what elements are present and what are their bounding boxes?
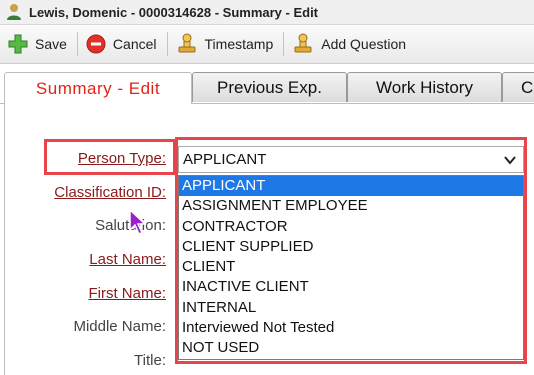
middle-name-label: Middle Name:: [73, 318, 166, 335]
window-title: Lewis, Domenic - 0000314628 - Summary - …: [29, 4, 319, 20]
tab-work-history[interactable]: Work History: [347, 72, 502, 102]
classification-id-label[interactable]: Classification ID:: [54, 184, 166, 201]
annotation-highlight-dropdown: [175, 137, 527, 364]
timestamp-button[interactable]: Timestamp: [168, 29, 284, 59]
cancel-button[interactable]: Cancel: [78, 29, 167, 59]
plus-icon: [8, 34, 28, 54]
stamp-icon: [294, 33, 312, 53]
person-icon: [7, 4, 21, 20]
add-question-button[interactable]: Add Question: [284, 29, 416, 59]
panel-border: [4, 104, 5, 375]
tab-bar: Summary - Edit Previous Exp. Work Histor…: [0, 70, 534, 104]
save-button[interactable]: Save: [0, 29, 77, 59]
title-label: Title:: [134, 352, 166, 369]
tab-summary-edit[interactable]: Summary - Edit: [4, 72, 192, 104]
annotation-highlight-label: [44, 139, 176, 175]
last-name-label[interactable]: Last Name:: [89, 251, 166, 268]
cancel-icon: [86, 34, 106, 54]
tab-more[interactable]: C: [502, 72, 534, 102]
toolbar: Save Cancel Timestamp Add Question: [0, 25, 534, 64]
timestamp-label: Timestamp: [204, 36, 274, 52]
mouse-cursor-icon: [129, 208, 147, 236]
stamp-icon: [178, 33, 196, 53]
save-label: Save: [35, 36, 67, 52]
tab-previous-exp[interactable]: Previous Exp.: [192, 72, 347, 102]
cancel-label: Cancel: [112, 36, 157, 52]
title-bar: Lewis, Domenic - 0000314628 - Summary - …: [0, 0, 534, 25]
add-question-label: Add Question: [321, 36, 407, 52]
first-name-label[interactable]: First Name:: [88, 285, 166, 302]
